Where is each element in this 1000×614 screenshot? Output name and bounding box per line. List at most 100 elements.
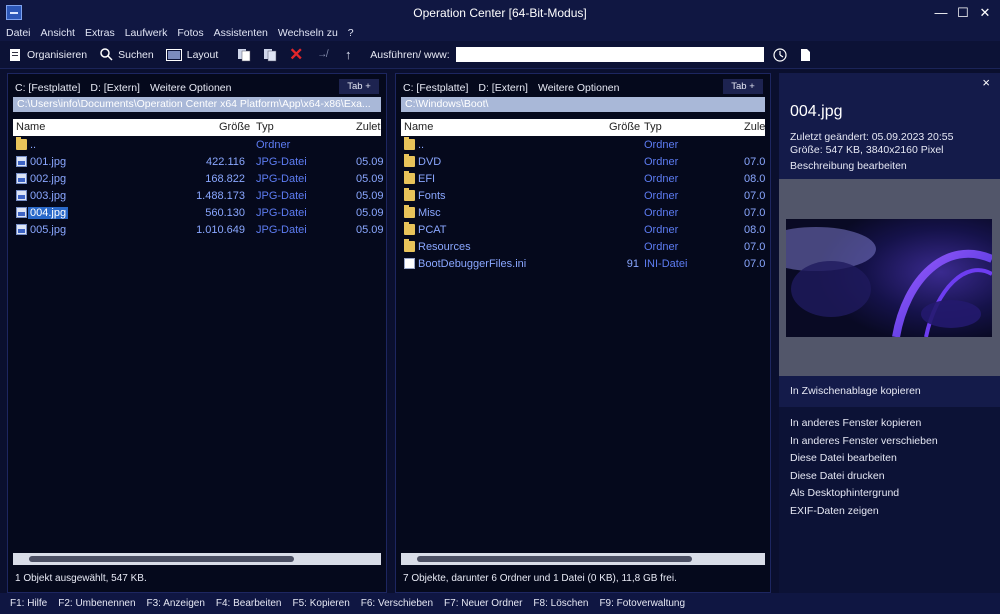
close-icon[interactable]: ✕ bbox=[974, 0, 996, 25]
column-name[interactable]: Name bbox=[404, 121, 433, 133]
edit-description-link[interactable]: Beschreibung bearbeiten bbox=[790, 160, 907, 172]
menu-ansicht[interactable]: Ansicht bbox=[41, 27, 75, 39]
action-edit-file[interactable]: Diese Datei bearbeiten bbox=[790, 452, 938, 470]
drive-d-button[interactable]: D: [Extern] bbox=[478, 82, 528, 94]
layout-button[interactable]: Layout bbox=[165, 48, 218, 62]
left-pane: C: [Festplatte] D: [Extern] Weitere Opti… bbox=[7, 73, 387, 593]
run-label: Ausführen/ www: bbox=[370, 48, 450, 61]
preview-size: Größe: 547 KB, 3840x2160 Pixel bbox=[790, 144, 944, 156]
right-pane: C: [Festplatte] D: [Extern] Weitere Opti… bbox=[395, 73, 771, 593]
list-item-selected[interactable]: 004.jpg 560.130 JPG-Datei 05.09 bbox=[13, 205, 384, 222]
more-options-button[interactable]: Weitere Optionen bbox=[538, 82, 620, 94]
menu-laufwerk[interactable]: Laufwerk bbox=[125, 27, 168, 39]
drive-c-button[interactable]: C: [Festplatte] bbox=[403, 82, 468, 94]
organize-label: Organisieren bbox=[27, 48, 88, 61]
folder-icon bbox=[404, 188, 415, 201]
document-icon[interactable] bbox=[798, 47, 814, 63]
list-item[interactable]: DVD Ordner 07.0 bbox=[401, 154, 765, 171]
list-item[interactable]: .. Ordner bbox=[401, 137, 765, 154]
f8-delete[interactable]: F8: Löschen bbox=[533, 598, 588, 609]
app-icon[interactable] bbox=[6, 5, 22, 20]
menu-fotos[interactable]: Fotos bbox=[177, 27, 203, 39]
window-title: Operation Center [64-Bit-Modus] bbox=[413, 5, 587, 20]
horizontal-scrollbar[interactable] bbox=[13, 553, 381, 565]
list-item[interactable]: EFI Ordner 08.0 bbox=[401, 171, 765, 188]
list-item[interactable]: BootDebuggerFiles.ini 91 INI-Datei 07.0 bbox=[401, 256, 765, 273]
menu-help[interactable]: ? bbox=[348, 27, 354, 39]
left-drive-row: C: [Festplatte] D: [Extern] Weitere Opti… bbox=[15, 81, 379, 95]
path-bar[interactable]: C:\Users\info\Documents\Operation Center… bbox=[13, 97, 381, 112]
preview-image-area bbox=[779, 179, 1000, 376]
list-item[interactable]: .. Ordner bbox=[13, 137, 381, 154]
copy-icon[interactable] bbox=[236, 47, 252, 63]
status-text: 7 Objekte, darunter 6 Ordner und 1 Datei… bbox=[403, 573, 677, 584]
f5-copy[interactable]: F5: Kopieren bbox=[293, 598, 350, 609]
action-copy-other-window[interactable]: In anderes Fenster kopieren bbox=[790, 417, 938, 435]
maximize-icon[interactable]: ☐ bbox=[952, 0, 974, 25]
action-set-wallpaper[interactable]: Als Desktophintergrund bbox=[790, 487, 938, 505]
menu-datei[interactable]: Datei bbox=[6, 27, 31, 39]
list-item[interactable]: Misc Ordner 07.0 bbox=[401, 205, 765, 222]
action-move-other-window[interactable]: In anderes Fenster verschieben bbox=[790, 435, 938, 453]
image-file-icon bbox=[16, 190, 27, 201]
f7-new-folder[interactable]: F7: Neuer Ordner bbox=[444, 598, 522, 609]
list-item[interactable]: 005.jpg 1.010.649 JPG-Datei 05.09 bbox=[13, 222, 384, 239]
preview-panel: × 004.jpg Zuletzt geändert: 05.09.2023 2… bbox=[779, 73, 1000, 593]
organize-icon bbox=[8, 48, 22, 62]
search-button[interactable]: Suchen bbox=[99, 48, 154, 62]
preview-actions: In anderes Fenster kopieren In anderes F… bbox=[790, 417, 938, 522]
f6-move[interactable]: F6: Verschieben bbox=[361, 598, 433, 609]
close-preview-icon[interactable]: × bbox=[982, 75, 990, 90]
preview-header: × 004.jpg Zuletzt geändert: 05.09.2023 2… bbox=[779, 73, 1000, 407]
action-print-file[interactable]: Diese Datei drucken bbox=[790, 470, 938, 488]
menu-extras[interactable]: Extras bbox=[85, 27, 115, 39]
add-tab-button[interactable]: Tab + bbox=[339, 79, 379, 94]
layout-icon bbox=[165, 48, 182, 62]
list-item[interactable]: Resources Ordner 07.0 bbox=[401, 239, 765, 256]
scrollbar-thumb[interactable] bbox=[29, 556, 294, 562]
menu-assistenten[interactable]: Assistenten bbox=[214, 27, 268, 39]
column-name[interactable]: Name bbox=[16, 121, 45, 133]
list-item[interactable]: 001.jpg 422.116 JPG-Datei 05.09 bbox=[13, 154, 384, 171]
f3-view[interactable]: F3: Anzeigen bbox=[147, 598, 205, 609]
f9-photo-manager[interactable]: F9: Fotoverwaltung bbox=[599, 598, 685, 609]
path-bar[interactable]: C:\Windows\Boot\ bbox=[401, 97, 765, 112]
more-options-button[interactable]: Weitere Optionen bbox=[150, 82, 232, 94]
folder-icon bbox=[16, 137, 27, 150]
action-show-exif[interactable]: EXIF-Daten zeigen bbox=[790, 505, 938, 523]
copy-to-clipboard-link[interactable]: In Zwischenablage kopieren bbox=[790, 385, 921, 397]
f1-help[interactable]: F1: Hilfe bbox=[10, 598, 47, 609]
right-drive-row: C: [Festplatte] D: [Extern] Weitere Opti… bbox=[403, 81, 763, 95]
move-icon[interactable] bbox=[262, 47, 278, 63]
column-type[interactable]: Typ bbox=[256, 121, 274, 133]
preview-image[interactable] bbox=[786, 219, 992, 337]
drive-c-button[interactable]: C: [Festplatte] bbox=[15, 82, 80, 94]
column-size[interactable]: Größe bbox=[609, 121, 640, 133]
history-icon[interactable] bbox=[772, 47, 788, 63]
f4-edit[interactable]: F4: Bearbeiten bbox=[216, 598, 282, 609]
rename-icon[interactable]: ↛ bbox=[314, 47, 330, 63]
column-type[interactable]: Typ bbox=[644, 121, 662, 133]
folder-icon bbox=[404, 154, 415, 167]
run-input[interactable] bbox=[455, 47, 764, 62]
horizontal-scrollbar[interactable] bbox=[401, 553, 765, 565]
search-label: Suchen bbox=[118, 48, 154, 61]
up-icon[interactable]: ↑ bbox=[340, 47, 356, 63]
list-item[interactable]: 003.jpg 1.488.173 JPG-Datei 05.09 bbox=[13, 188, 384, 205]
column-size[interactable]: Größe bbox=[219, 121, 250, 133]
add-tab-button[interactable]: Tab + bbox=[723, 79, 763, 94]
window-controls: — ☐ ✕ bbox=[930, 0, 1000, 25]
column-date[interactable]: Zulet bbox=[356, 121, 380, 133]
delete-icon[interactable]: ✕ bbox=[288, 45, 304, 64]
preview-filename: 004.jpg bbox=[790, 103, 843, 120]
column-date[interactable]: Zule bbox=[744, 121, 765, 133]
list-item[interactable]: Fonts Ordner 07.0 bbox=[401, 188, 765, 205]
list-item[interactable]: PCAT Ordner 08.0 bbox=[401, 222, 765, 239]
list-item[interactable]: 002.jpg 168.822 JPG-Datei 05.09 bbox=[13, 171, 384, 188]
menu-wechseln-zu[interactable]: Wechseln zu bbox=[278, 27, 338, 39]
organize-button[interactable]: Organisieren bbox=[8, 48, 87, 62]
drive-d-button[interactable]: D: [Extern] bbox=[90, 82, 140, 94]
scrollbar-thumb[interactable] bbox=[417, 556, 692, 562]
f2-rename[interactable]: F2: Umbenennen bbox=[58, 598, 135, 609]
minimize-icon[interactable]: — bbox=[930, 0, 952, 25]
